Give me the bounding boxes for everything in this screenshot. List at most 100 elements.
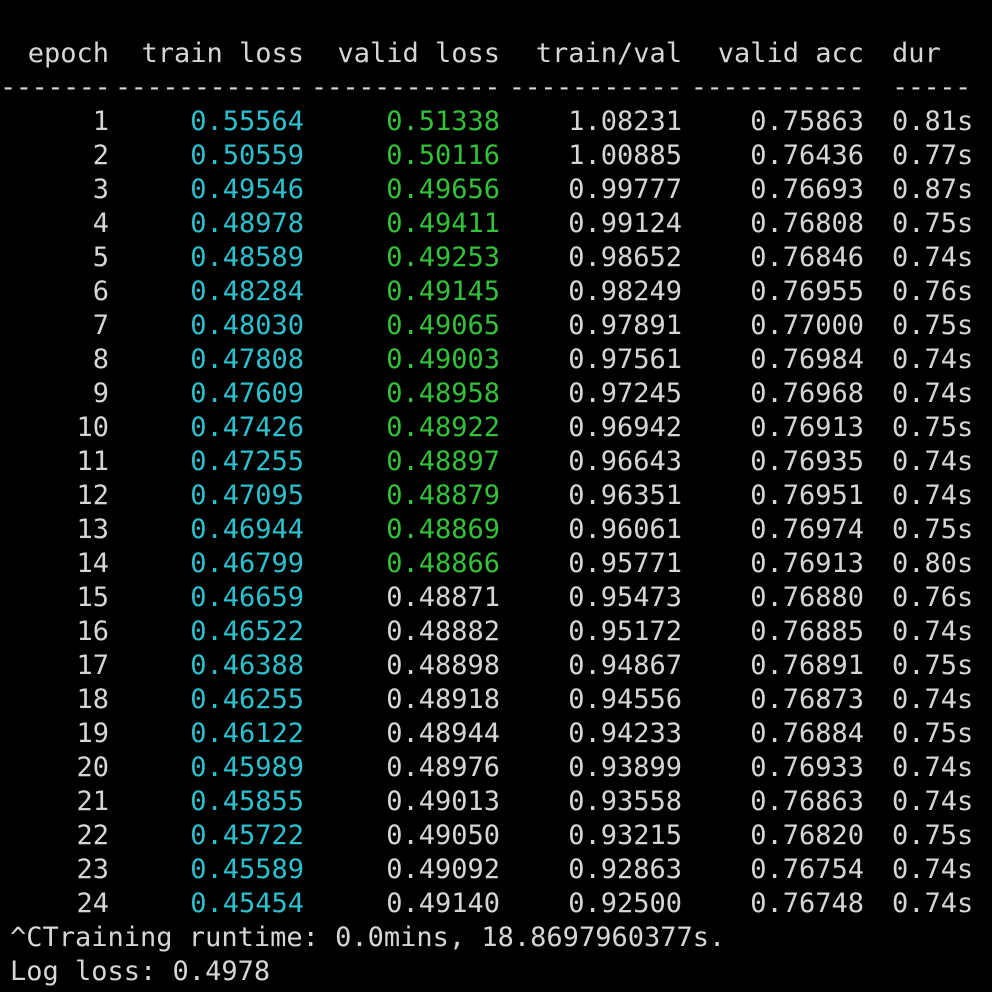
epoch-cell: 1 [92, 106, 109, 137]
dur-cell: 0.75s [892, 650, 974, 681]
separator-valid-loss: ------------ [310, 72, 501, 103]
valid-loss-cell: 0.48898 [386, 650, 500, 681]
terminal-window[interactable]: epoch train loss valid loss train/val va… [0, 0, 992, 992]
epoch-cell: 3 [92, 174, 109, 205]
table-row: 19 0.46122 0.48944 0.94233 0.76884 0.75s [0, 717, 992, 751]
valid-acc-cell: 0.76951 [750, 480, 864, 511]
valid-acc-cell: 0.76935 [750, 446, 864, 477]
epoch-cell: 5 [92, 242, 109, 273]
header-valid-acc: valid acc [717, 38, 864, 69]
train-loss-cell: 0.48589 [190, 242, 304, 273]
valid-acc-cell: 0.76885 [750, 616, 864, 647]
header-train-loss: train loss [141, 38, 304, 69]
valid-acc-cell: 0.76846 [750, 242, 864, 273]
epoch-cell: 20 [76, 752, 109, 783]
table-row: 20 0.45989 0.48976 0.93899 0.76933 0.74s [0, 751, 992, 785]
valid-loss-cell: 0.48918 [386, 684, 500, 715]
valid-loss-cell: 0.49140 [386, 888, 500, 919]
table-row: 3 0.49546 0.49656 0.99777 0.76693 0.87s [0, 173, 992, 207]
valid-acc-cell: 0.76933 [750, 752, 864, 783]
dur-cell: 0.74s [892, 378, 974, 409]
separator-valid-acc: ----------- [690, 72, 865, 103]
dur-cell: 0.74s [892, 446, 974, 477]
valid-loss-cell: 0.49013 [386, 786, 500, 817]
train-loss-cell: 0.45454 [190, 888, 304, 919]
valid-acc-cell: 0.76913 [750, 548, 864, 579]
valid-acc-cell: 0.77000 [750, 310, 864, 341]
train-val-cell: 0.98652 [568, 242, 682, 273]
train-val-cell: 0.94233 [568, 718, 682, 749]
valid-loss-cell: 0.48871 [386, 582, 500, 613]
epoch-cell: 2 [92, 140, 109, 171]
table-row: 22 0.45722 0.49050 0.93215 0.76820 0.75s [0, 819, 992, 853]
train-val-cell: 0.95473 [568, 582, 682, 613]
epoch-cell: 16 [76, 616, 109, 647]
dur-cell: 0.75s [892, 208, 974, 239]
table-row: 12 0.47095 0.48879 0.96351 0.76951 0.74s [0, 479, 992, 513]
valid-acc-cell: 0.76984 [750, 344, 864, 375]
dur-cell: 0.74s [892, 684, 974, 715]
train-loss-cell: 0.48978 [190, 208, 304, 239]
train-loss-cell: 0.45589 [190, 854, 304, 885]
valid-loss-cell: 0.48958 [386, 378, 500, 409]
epoch-cell: 8 [92, 344, 109, 375]
valid-acc-cell: 0.76891 [750, 650, 864, 681]
dur-cell: 0.80s [892, 548, 974, 579]
table-row: 6 0.48284 0.49145 0.98249 0.76955 0.76s [0, 275, 992, 309]
dur-cell: 0.75s [892, 718, 974, 749]
valid-loss-cell: 0.48869 [386, 514, 500, 545]
table-row: 2 0.50559 0.50116 1.00885 0.76436 0.77s [0, 139, 992, 173]
train-loss-cell: 0.47609 [190, 378, 304, 409]
epoch-cell: 18 [76, 684, 109, 715]
train-loss-cell: 0.45989 [190, 752, 304, 783]
train-val-cell: 0.99124 [568, 208, 682, 239]
valid-loss-cell: 0.51338 [386, 106, 500, 137]
train-val-cell: 0.96351 [568, 480, 682, 511]
train-loss-cell: 0.47808 [190, 344, 304, 375]
epoch-cell: 4 [92, 208, 109, 239]
valid-loss-cell: 0.48922 [386, 412, 500, 443]
valid-acc-cell: 0.75863 [750, 106, 864, 137]
train-val-cell: 0.92500 [568, 888, 682, 919]
epoch-cell: 11 [76, 446, 109, 477]
train-val-cell: 0.96061 [568, 514, 682, 545]
valid-acc-cell: 0.76974 [750, 514, 864, 545]
train-loss-cell: 0.46799 [190, 548, 304, 579]
train-loss-cell: 0.48284 [190, 276, 304, 307]
valid-loss-cell: 0.50116 [386, 140, 500, 171]
train-loss-cell: 0.50559 [190, 140, 304, 171]
valid-acc-cell: 0.76808 [750, 208, 864, 239]
dur-cell: 0.75s [892, 820, 974, 851]
header-train-val: train/val [535, 38, 682, 69]
table-row: 13 0.46944 0.48869 0.96061 0.76974 0.75s [0, 513, 992, 547]
train-loss-cell: 0.47095 [190, 480, 304, 511]
valid-acc-cell: 0.76955 [750, 276, 864, 307]
table-row: 23 0.45589 0.49092 0.92863 0.76754 0.74s [0, 853, 992, 887]
epoch-cell: 7 [92, 310, 109, 341]
dur-cell: 0.76s [892, 276, 974, 307]
epoch-cell: 19 [76, 718, 109, 749]
valid-loss-cell: 0.49003 [386, 344, 500, 375]
separator-dur: ----- [892, 72, 971, 103]
header-epoch: epoch [27, 38, 109, 69]
table-row: 17 0.46388 0.48898 0.94867 0.76891 0.75s [0, 649, 992, 683]
train-val-cell: 0.94556 [568, 684, 682, 715]
train-val-cell: 0.94867 [568, 650, 682, 681]
valid-acc-cell: 0.76754 [750, 854, 864, 885]
train-loss-cell: 0.49546 [190, 174, 304, 205]
epoch-cell: 10 [76, 412, 109, 443]
train-loss-cell: 0.46122 [190, 718, 304, 749]
valid-loss-cell: 0.49253 [386, 242, 500, 273]
table-row: 9 0.47609 0.48958 0.97245 0.76968 0.74s [0, 377, 992, 411]
train-loss-cell: 0.46522 [190, 616, 304, 647]
table-row: 14 0.46799 0.48866 0.95771 0.76913 0.80s [0, 547, 992, 581]
valid-acc-cell: 0.76820 [750, 820, 864, 851]
epoch-cell: 17 [76, 650, 109, 681]
train-val-cell: 0.95771 [568, 548, 682, 579]
table-row: 8 0.47808 0.49003 0.97561 0.76984 0.74s [0, 343, 992, 377]
valid-loss-cell: 0.48866 [386, 548, 500, 579]
valid-loss-cell: 0.48976 [386, 752, 500, 783]
header-dur: dur [892, 38, 941, 69]
dur-cell: 0.74s [892, 854, 974, 885]
dur-cell: 0.74s [892, 242, 974, 273]
